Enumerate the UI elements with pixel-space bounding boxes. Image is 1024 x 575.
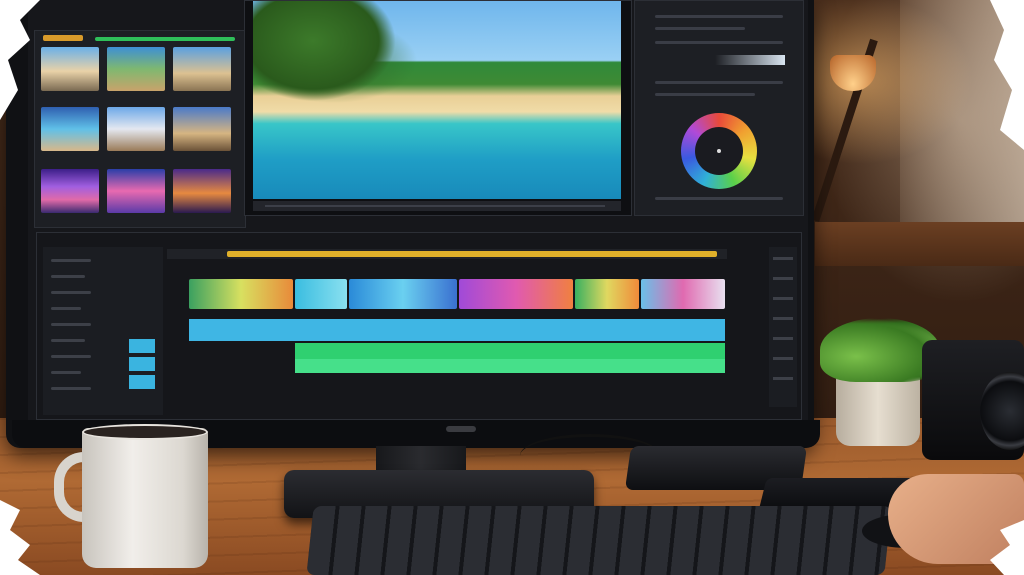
meter-tick: [773, 317, 793, 320]
track-label: [51, 275, 85, 278]
track-label: [51, 339, 85, 342]
panel-line: [655, 15, 783, 18]
media-thumbnail[interactable]: [107, 169, 165, 213]
timeline-panel[interactable]: [36, 232, 802, 420]
media-thumbnail[interactable]: [41, 107, 99, 151]
video-clip[interactable]: [349, 279, 457, 309]
video-editor-screen: [28, 0, 808, 420]
panel-line: [655, 27, 745, 30]
audio-waveform: [295, 359, 725, 373]
video-clip[interactable]: [575, 279, 639, 309]
media-thumbnail[interactable]: [41, 47, 99, 91]
coffee-mug: [82, 428, 208, 568]
preview-trees: [253, 1, 463, 121]
media-thumbnail[interactable]: [173, 47, 231, 91]
panel-line: [655, 93, 755, 96]
scope-highlight: [715, 55, 785, 65]
audio-meter: [769, 247, 797, 407]
color-panel: [634, 0, 804, 216]
panel-line: [655, 41, 783, 44]
media-thumbnail[interactable]: [173, 107, 231, 151]
track-label: [51, 259, 91, 262]
media-thumbnail[interactable]: [107, 47, 165, 91]
program-viewer[interactable]: [244, 0, 632, 216]
media-bin-panel: [34, 30, 246, 228]
photo-scene: [0, 0, 1024, 575]
meter-tick: [773, 297, 793, 300]
panel-line: [655, 197, 783, 200]
media-thumbnail[interactable]: [41, 169, 99, 213]
video-track-2[interactable]: [189, 319, 725, 341]
track-label: [51, 355, 91, 358]
track-label: [51, 291, 91, 294]
meter-tick: [773, 277, 793, 280]
monitor: [6, 0, 820, 448]
track-label: [51, 387, 91, 390]
video-clip[interactable]: [189, 279, 293, 309]
video-clip[interactable]: [641, 279, 725, 309]
meter-tick: [773, 377, 793, 380]
video-clip[interactable]: [459, 279, 573, 309]
background-shelf: [815, 222, 1024, 266]
work-area-bar[interactable]: [227, 251, 717, 257]
video-clip[interactable]: [295, 279, 347, 309]
bin-progress: [95, 37, 235, 41]
track-toggle[interactable]: [129, 339, 155, 353]
media-thumbnail[interactable]: [107, 107, 165, 151]
window-light: [900, 0, 1024, 240]
viewer-scrubber[interactable]: [265, 205, 605, 207]
bin-tag: [43, 35, 83, 41]
panel-line: [655, 81, 783, 84]
mug-rim: [82, 424, 208, 440]
color-wheel-handle[interactable]: [717, 149, 721, 153]
meter-tick: [773, 257, 793, 260]
meter-tick: [773, 357, 793, 360]
track-label: [51, 371, 81, 374]
monitor-logo: [446, 426, 476, 432]
track-toggle[interactable]: [129, 375, 155, 389]
hand-on-mouse: [888, 474, 1024, 564]
desk-lamp: [830, 55, 876, 91]
track-label: [51, 307, 81, 310]
keyboard: [306, 506, 892, 575]
track-headers: [43, 247, 163, 415]
meter-tick: [773, 337, 793, 340]
track-label: [51, 323, 91, 326]
track-toggle[interactable]: [129, 357, 155, 371]
media-thumbnail[interactable]: [173, 169, 231, 213]
